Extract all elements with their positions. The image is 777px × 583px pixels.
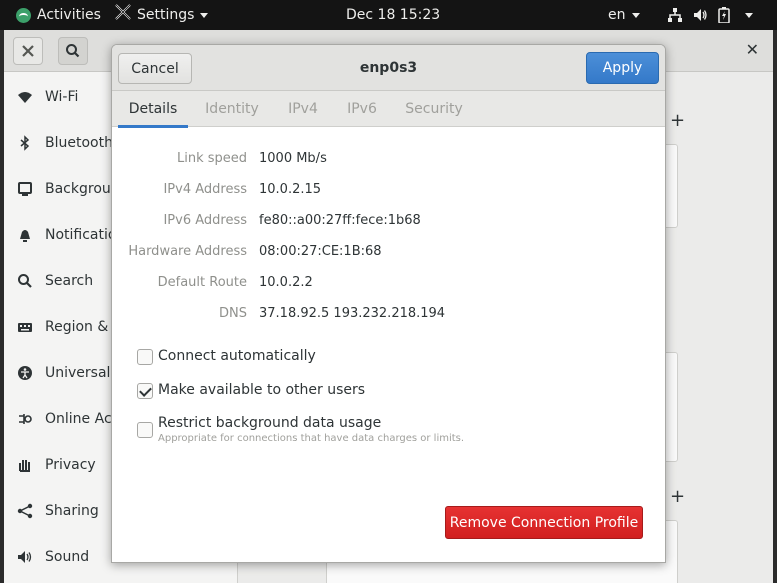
volume-icon xyxy=(694,9,707,21)
tab-security[interactable]: Security xyxy=(400,91,468,127)
sidebar-item-label: Bluetooth xyxy=(45,135,113,151)
sidebar-item-label: Online Acc xyxy=(45,411,120,427)
apply-button[interactable]: Apply xyxy=(586,52,659,84)
wrench-screwdriver-icon xyxy=(22,45,34,57)
restrict-background-checkbox[interactable] xyxy=(137,422,153,438)
detail-label: Link speed xyxy=(176,151,247,166)
cancel-button[interactable]: Cancel xyxy=(118,53,192,84)
remove-connection-profile-button[interactable]: Remove Connection Profile xyxy=(445,506,643,539)
dialog-title: enp0s3 xyxy=(359,60,418,76)
detail-label: IPv6 Address xyxy=(163,213,247,228)
search-toggle-button[interactable] xyxy=(58,37,88,65)
connect-automatically-option[interactable]: Connect automatically xyxy=(137,348,316,365)
keyboard-icon xyxy=(17,319,33,335)
tab-ipv4[interactable]: IPv4 xyxy=(281,91,325,127)
clock-button[interactable]: Dec 18 15:23 xyxy=(346,0,440,30)
crosshair-cursor-icon xyxy=(115,4,131,20)
add-icon[interactable]: + xyxy=(670,110,685,131)
search-icon xyxy=(17,273,33,289)
sidebar-item-label: Sharing xyxy=(45,503,99,519)
detail-label: DNS xyxy=(219,306,247,321)
sidebar-item-label: Privacy xyxy=(45,457,96,473)
available-to-all-label: Make available to other users xyxy=(158,382,366,398)
sidebar-item-label: Sound xyxy=(45,549,90,565)
battery-charging-icon xyxy=(718,7,730,23)
accessibility-icon xyxy=(17,365,33,381)
speaker-icon xyxy=(17,549,33,565)
sidebar-item-label: Search xyxy=(45,273,94,289)
available-to-all-checkbox[interactable] xyxy=(137,383,153,399)
system-menu-button[interactable] xyxy=(667,0,753,30)
connection-dialog: Cancel enp0s3 Apply Details Identity IPv… xyxy=(111,44,666,563)
detail-row-default-route: Default Route 10.0.2.2 xyxy=(112,275,665,295)
hand-icon xyxy=(17,457,33,473)
chevron-down-icon xyxy=(745,12,753,18)
detail-value: 08:00:27:CE:1B:68 xyxy=(259,244,382,259)
sidebar-item-label: Region & L xyxy=(45,319,121,335)
app-menu-label: Settings xyxy=(137,7,195,23)
detail-row-dns: DNS 37.18.92.5 193.232.218.194 xyxy=(112,306,665,326)
detail-row-link-speed: Link speed 1000 Mb/s xyxy=(112,151,665,171)
detail-value: 10.0.2.2 xyxy=(259,275,313,290)
detail-label: IPv4 Address xyxy=(163,182,247,197)
connect-automatically-label: Connect automatically xyxy=(158,348,316,364)
available-to-all-option[interactable]: Make available to other users xyxy=(137,382,365,399)
detail-label: Hardware Address xyxy=(128,244,247,259)
input-source-button[interactable]: en xyxy=(608,0,640,30)
tab-ipv6[interactable]: IPv6 xyxy=(340,91,384,127)
detail-row-ipv6-address: IPv6 Address fe80::a00:27ff:fece:1b68 xyxy=(112,213,665,233)
restrict-background-option[interactable]: Restrict background data usage Appropria… xyxy=(137,415,464,444)
detail-value: 1000 Mb/s xyxy=(259,151,327,166)
chevron-down-icon xyxy=(200,12,209,18)
online-accounts-icon xyxy=(17,411,33,427)
bluetooth-icon xyxy=(17,135,33,151)
network-wired-icon xyxy=(668,8,682,22)
wifi-icon xyxy=(17,89,33,105)
dialog-tabs: Details Identity IPv4 IPv6 Security xyxy=(112,91,665,128)
add-icon[interactable]: + xyxy=(670,486,685,507)
sidebar-item-label: Backgroun xyxy=(45,181,120,197)
restrict-background-description: Appropriate for connections that have da… xyxy=(158,433,465,444)
clock-label: Dec 18 15:23 xyxy=(346,7,441,23)
tab-details[interactable]: Details xyxy=(118,91,188,128)
activities-logo-icon xyxy=(16,7,31,23)
detail-value: fe80::a00:27ff:fece:1b68 xyxy=(259,213,421,228)
detail-value: 10.0.2.15 xyxy=(259,182,322,197)
chevron-down-icon xyxy=(631,12,640,18)
activities-label: Activities xyxy=(37,7,101,23)
app-menu-button[interactable]: Settings xyxy=(137,0,209,30)
close-icon[interactable]: ✕ xyxy=(746,40,759,59)
bell-icon xyxy=(17,227,33,243)
restrict-background-label: Restrict background data usage xyxy=(158,415,382,431)
connect-automatically-checkbox[interactable] xyxy=(137,349,153,365)
restrict-background-text: Restrict background data usage Appropria… xyxy=(158,415,464,444)
input-source-label: en xyxy=(608,7,626,23)
tab-identity[interactable]: Identity xyxy=(198,91,266,127)
activities-button[interactable]: Activities xyxy=(16,0,101,30)
detail-row-ipv4-address: IPv4 Address 10.0.2.15 xyxy=(112,182,665,202)
tools-button[interactable] xyxy=(13,37,43,65)
sidebar-item-label: Wi-Fi xyxy=(45,89,79,105)
dialog-headerbar: Cancel enp0s3 Apply xyxy=(112,45,665,91)
detail-value: 37.18.92.5 193.232.218.194 xyxy=(259,306,446,321)
search-icon xyxy=(66,44,80,58)
background-icon xyxy=(17,181,33,197)
share-icon xyxy=(17,503,33,519)
detail-row-hardware-address: Hardware Address 08:00:27:CE:1B:68 xyxy=(112,244,665,264)
detail-label: Default Route xyxy=(157,275,247,290)
